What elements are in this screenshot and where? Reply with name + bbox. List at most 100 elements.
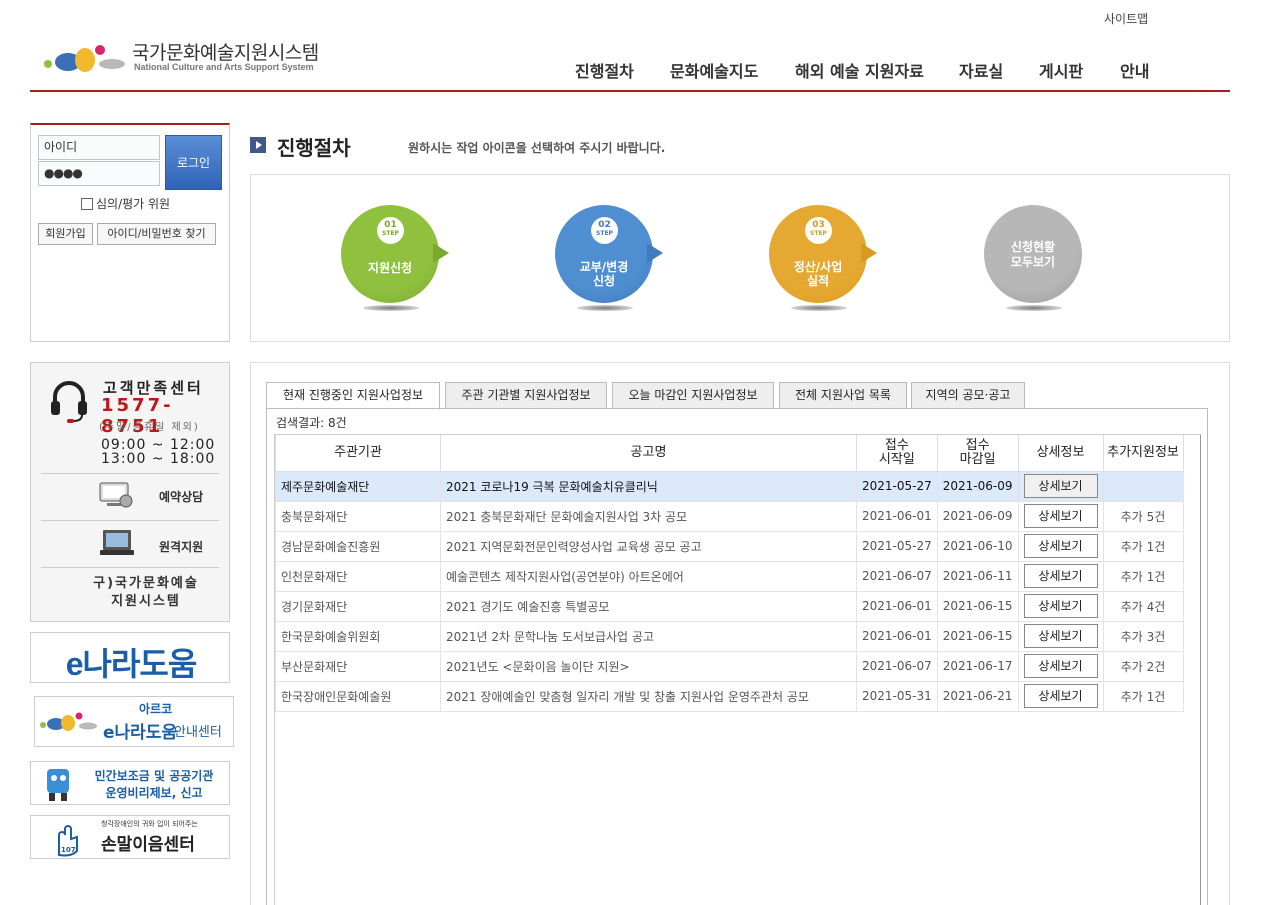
column-header[interactable]: 추가지원정보	[1102, 435, 1184, 472]
step-shadow	[1006, 305, 1062, 311]
org-cell: 충북문화재단	[275, 500, 441, 532]
hand-icon: 107	[58, 825, 78, 857]
login-button[interactable]: 로그인	[165, 135, 222, 190]
global-nav: 진행절차 문화예술지도 해외 예술 지원자료 자료실 게시판 안내	[0, 58, 1263, 82]
signup-button[interactable]: 회원가입	[38, 223, 93, 245]
step-apply-button[interactable]: 01 STEP 지원신청	[341, 205, 453, 315]
sign-banner-caption: 청각장애인의 귀와 입이 되어주는	[101, 820, 198, 828]
table-row[interactable]: 경기문화재단 2021 경기도 예술진흥 특별공모 2021-06-01 2021-0…	[275, 590, 1184, 622]
column-header[interactable]: 접수 마감일	[936, 435, 1019, 472]
reservation-consult-link[interactable]: 예약상담	[159, 488, 203, 505]
detail-button[interactable]: 상세보기	[1023, 684, 1098, 708]
detail-button[interactable]: 상세보기	[1023, 624, 1098, 648]
extra-info-cell: 추가 1건	[1102, 680, 1184, 712]
step-label-line2: 실적	[806, 274, 830, 288]
end-date-cell: 2021-06-11	[936, 560, 1019, 592]
detail-button[interactable]: 상세보기	[1023, 504, 1098, 528]
tab-current[interactable]: 현재 진행중인 지원사업정보	[266, 382, 440, 410]
tab-regional[interactable]: 지역의 공모·공고	[911, 382, 1025, 409]
detail-button[interactable]: 상세보기	[1023, 474, 1098, 498]
nav-item-guide[interactable]: 안내	[1120, 58, 1149, 82]
sitemap-link[interactable]: 사이트맵	[1104, 10, 1148, 27]
arko-logo-icon	[40, 712, 97, 731]
end-date-cell: 2021-06-15	[936, 590, 1019, 622]
detail-cell: 상세보기	[1017, 560, 1104, 592]
reviewer-checkbox-row[interactable]: 심의/평가 위원	[81, 195, 170, 212]
start-date-cell: 2021-06-07	[856, 650, 938, 682]
end-date-cell: 2021-06-09	[936, 470, 1019, 502]
customer-center: 고객만족센터 1577-8751 (주말/공휴일 제외) 09:00 ~ 12:…	[30, 362, 230, 622]
extra-info-cell: 추가 3건	[1102, 620, 1184, 652]
divider	[41, 567, 219, 568]
title-arrow-icon	[250, 137, 266, 153]
steps-panel: 01 STEP 지원신청 02 STEP 교부/변경 신청 03 STEP 정산/사업…	[250, 174, 1230, 342]
table-row[interactable]: 인천문화재단 예술콘텐츠 제작지원사업(공연분야) 아트온에어 2021-06-07…	[275, 560, 1184, 592]
start-date-cell: 2021-06-01	[856, 620, 938, 652]
column-header[interactable]: 공고명	[440, 435, 857, 472]
find-account-button[interactable]: 아이디/비밀번호 찾기	[97, 223, 216, 245]
step-shadow	[791, 305, 847, 311]
nav-item-culture-map[interactable]: 문화예술지도	[670, 58, 758, 82]
nav-item-board[interactable]: 게시판	[1039, 58, 1083, 82]
report-banner-line1: 민간보조금 및 공공기관	[94, 769, 214, 783]
sign-language-banner[interactable]: 107 청각장애인의 귀와 입이 되어주는 손말이음센터	[30, 815, 230, 859]
table-row[interactable]: 충북문화재단 2021 충북문화재단 문화예술지원사업 3차 공모 2021-06-…	[275, 500, 1184, 532]
reviewer-checkbox[interactable]	[81, 198, 93, 210]
detail-cell: 상세보기	[1017, 680, 1104, 712]
svg-text:107: 107	[61, 846, 76, 854]
nav-item-overseas[interactable]: 해외 예술 지원자료	[795, 58, 924, 82]
title-cell: 2021년 2차 문학나눔 도서보급사업 공고	[440, 620, 857, 652]
table-header-row: 주관기관 공고명 접수 시작일 접수 마감일 상세정보 추가지원정보	[275, 435, 1184, 472]
detail-cell: 상세보기	[1017, 620, 1104, 652]
password-input[interactable]: ●●●●	[38, 161, 160, 186]
table-row[interactable]: 경남문화예술진흥원 2021 지역문화전문인력양성사업 교육생 공모 공고 2021…	[275, 530, 1184, 562]
title-cell: 예술콘텐츠 제작지원사업(공연분야) 아트온에어	[440, 560, 857, 592]
detail-cell: 상세보기	[1017, 500, 1104, 532]
arko-guide-banner[interactable]: 아르코 e나라도움 안내센터	[34, 696, 234, 747]
step-settlement-button[interactable]: 03 STEP 정산/사업 실적	[769, 205, 881, 315]
reservation-monitor-icon	[99, 482, 133, 508]
org-cell: 인천문화재단	[275, 560, 441, 592]
detail-button[interactable]: 상세보기	[1023, 534, 1098, 558]
login-box: 아이디 ●●●● 로그인 심의/평가 위원 회원가입 아이디/비밀번호 찾기	[30, 123, 230, 342]
enara-banner[interactable]: e나라도움	[30, 632, 230, 683]
column-header[interactable]: 상세정보	[1017, 435, 1104, 472]
customer-center-note: (주말/공휴일 제외)	[99, 422, 200, 433]
detail-button[interactable]: 상세보기	[1023, 564, 1098, 588]
report-character-icon	[47, 769, 69, 801]
old-system-link-line1[interactable]: 구)국가문화예술	[71, 575, 221, 593]
table-row[interactable]: 제주문화예술재단 2021 코로나19 극복 문화예술치유클리닉 2021-05-2…	[275, 470, 1184, 502]
enara-banner-text: e나라도움	[65, 646, 198, 682]
report-banner[interactable]: 민간보조금 및 공공기관 운영비리제보, 신고	[30, 761, 230, 805]
step-shadow	[577, 305, 633, 311]
table-row[interactable]: 한국문화예술위원회 2021년 2차 문학나눔 도서보급사업 공고 2021-06-…	[275, 620, 1184, 652]
report-banner-line2: 운영비리제보, 신고	[105, 786, 203, 800]
tab-closing-today[interactable]: 오늘 마감인 지원사업정보	[612, 382, 774, 409]
table-row[interactable]: 부산문화재단 2021년도 <문화이음 놀이단 지원> 2021-06-07 2021…	[275, 650, 1184, 682]
table-row[interactable]: 한국장애인문화예술원 2021 장애예술인 맞춤형 일자리 개발 및 창출 지원사…	[275, 680, 1184, 712]
title-cell: 2021 지역문화전문인력양성사업 교육생 공모 공고	[440, 530, 857, 562]
step-view-all-button[interactable]: 신청현황 모두보기	[984, 205, 1096, 315]
step-grant-change-button[interactable]: 02 STEP 교부/변경 신청	[555, 205, 667, 315]
column-header[interactable]: 주관기관	[275, 435, 441, 472]
step-label: 신청현황	[1010, 240, 1056, 254]
step-label-line2: 모두보기	[1010, 255, 1056, 269]
nav-item-procedure[interactable]: 진행절차	[575, 58, 634, 82]
title-cell: 2021 코로나19 극복 문화예술치유클리닉	[440, 470, 857, 502]
column-header[interactable]: 접수 시작일	[856, 435, 938, 472]
extra-info-cell: 추가 4건	[1102, 590, 1184, 622]
detail-button[interactable]: 상세보기	[1023, 654, 1098, 678]
detail-button[interactable]: 상세보기	[1023, 594, 1098, 618]
id-input[interactable]: 아이디	[38, 135, 160, 160]
old-system-link-line2[interactable]: 지원시스템	[71, 593, 221, 611]
end-date-cell: 2021-06-21	[936, 680, 1019, 712]
step-label-line2: 신청	[592, 274, 616, 288]
remote-support-link[interactable]: 원격지원	[159, 538, 203, 555]
tab-all[interactable]: 전체 지원사업 목록	[779, 382, 907, 409]
reviewer-checkbox-label: 심의/평가 위원	[96, 197, 171, 211]
nav-item-archive[interactable]: 자료실	[959, 58, 1003, 82]
tab-by-org[interactable]: 주관 기관별 지원사업정보	[445, 382, 607, 409]
org-cell: 한국문화예술위원회	[275, 620, 441, 652]
step-label: 교부/변경	[579, 260, 629, 274]
arko-label: 아르코	[139, 702, 173, 716]
